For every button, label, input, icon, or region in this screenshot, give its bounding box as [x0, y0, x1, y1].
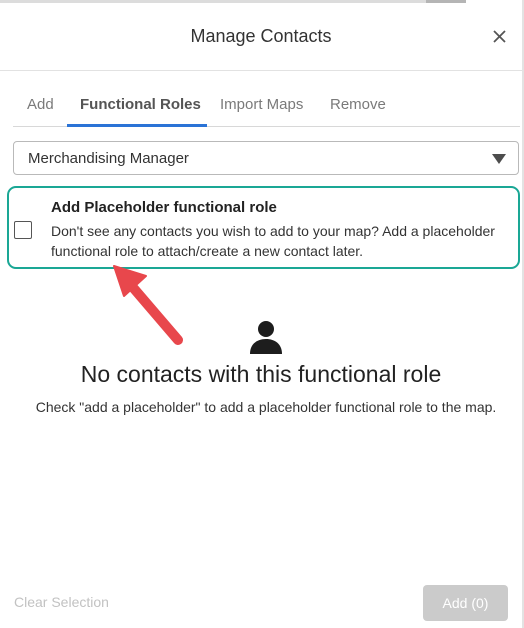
tab-functional-roles[interactable]: Functional Roles: [80, 96, 201, 113]
clear-selection-button[interactable]: Clear Selection: [14, 594, 109, 610]
dialog-title: Manage Contacts: [190, 26, 332, 46]
placeholder-option: Add Placeholder functional role Don't se…: [7, 186, 520, 269]
dialog-header: Manage Contacts: [0, 0, 522, 71]
annotation-arrow-icon: [113, 265, 183, 345]
placeholder-checkbox[interactable]: [14, 221, 32, 239]
caret-down-icon: [492, 154, 506, 164]
placeholder-description: Don't see any contacts you wish to add t…: [51, 223, 495, 259]
add-button[interactable]: Add (0): [423, 585, 508, 621]
empty-state-description: Check "add a placeholder" to add a place…: [35, 399, 497, 415]
person-icon: [250, 321, 282, 354]
empty-state-title: No contacts with this functional role: [80, 361, 442, 387]
close-button[interactable]: [490, 26, 508, 46]
functional-role-select[interactable]: Merchandising Manager: [13, 141, 519, 175]
tab-add[interactable]: Add: [27, 96, 54, 113]
tab-remove[interactable]: Remove: [330, 96, 386, 113]
functional-role-select-value: Merchandising Manager: [28, 150, 189, 167]
close-icon: [492, 29, 506, 43]
active-tab-indicator: [67, 124, 207, 127]
placeholder-title: Add Placeholder functional role: [51, 199, 277, 216]
tab-bar: Add Functional Roles Import Maps Remove: [13, 86, 520, 127]
tab-import-maps[interactable]: Import Maps: [220, 96, 303, 113]
